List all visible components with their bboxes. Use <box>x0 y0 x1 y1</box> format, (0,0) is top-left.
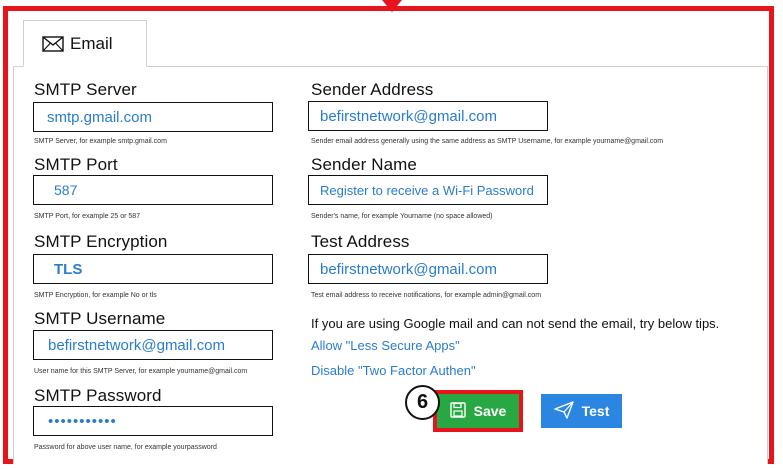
smtp-port-label: SMTP Port <box>34 155 118 174</box>
sender-address-label: Sender Address <box>311 80 434 99</box>
gmail-tips-text: If you are using Google mail and can not… <box>311 316 720 331</box>
test-button-label: Test <box>581 403 610 419</box>
envelope-icon <box>42 35 64 52</box>
floppy-disk-icon <box>449 401 466 421</box>
smtp-password-label: SMTP Password <box>34 386 162 405</box>
smtp-server-field[interactable]: smtp.gmail.com <box>33 102 273 132</box>
sender-name-label: Sender Name <box>311 155 417 174</box>
smtp-password-field[interactable]: ••••••••••• <box>33 406 273 436</box>
smtp-port-field[interactable]: 587 <box>33 175 273 205</box>
smtp-server-hint: SMTP Server, for example smtp.gmail.com <box>34 138 167 145</box>
allow-less-secure-apps-link[interactable]: Allow "Less Secure Apps" <box>311 338 460 353</box>
sender-name-hint: Sender's name, for example Yourname (no … <box>311 213 493 220</box>
smtp-username-label: SMTP Username <box>34 309 166 328</box>
sender-address-field[interactable]: befirstnetwork@gmail.com <box>308 101 548 131</box>
smtp-username-hint: User name for this SMTP Server, for exam… <box>34 368 248 375</box>
save-button-label: Save <box>473 403 507 419</box>
smtp-encryption-hint: SMTP Encryption, for example No or tls <box>34 292 157 299</box>
smtp-username-field[interactable]: befirstnetwork@gmail.com <box>33 330 273 360</box>
smtp-encryption-label: SMTP Encryption <box>34 232 168 251</box>
test-address-label: Test Address <box>311 232 410 251</box>
smtp-encryption-field[interactable]: TLS <box>33 254 273 284</box>
save-button[interactable]: Save <box>437 394 519 428</box>
smtp-server-label: SMTP Server <box>34 80 137 99</box>
sender-name-field[interactable]: Register to receive a Wi-Fi Password <box>308 175 548 205</box>
test-button[interactable]: Test <box>541 394 622 428</box>
step-number-badge: 6 <box>405 385 440 420</box>
tab-email-label: Email <box>70 33 113 53</box>
sender-address-hint: Sender email address generally using the… <box>311 138 664 145</box>
disable-two-factor-link[interactable]: Disable "Two Factor Authen" <box>311 363 476 378</box>
smtp-password-hint: Password for above user name, for exampl… <box>34 444 217 451</box>
test-address-hint: Test email address to receive notificati… <box>311 292 542 299</box>
test-address-field[interactable]: befirstnetwork@gmail.com <box>308 254 548 284</box>
tab-email[interactable]: Email <box>23 20 147 67</box>
paper-plane-icon <box>553 400 574 422</box>
smtp-port-hint: SMTP Port, for example 25 or 587 <box>34 213 141 220</box>
